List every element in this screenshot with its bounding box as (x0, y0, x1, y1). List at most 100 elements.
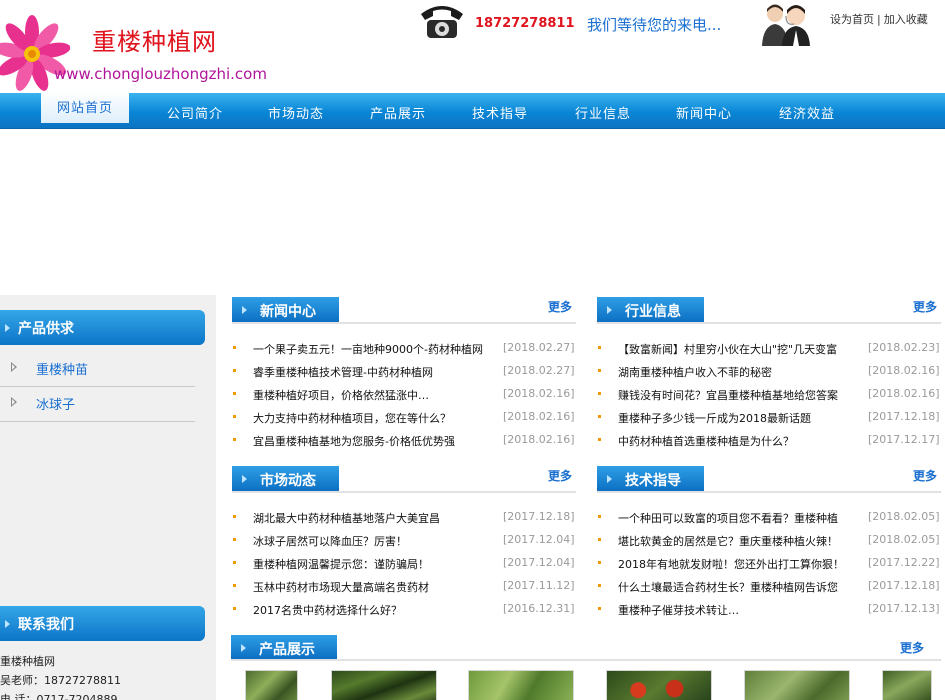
list-item[interactable]: 冰球子居然可以降血压？厉害！ [2017.12.04] (232, 530, 576, 553)
item-title[interactable]: 重楼种子催芽技术转让… (618, 602, 867, 618)
item-title[interactable]: 中药材种植首选重楼种植是为什么？ (618, 433, 867, 449)
nav-economic-benefits[interactable]: 经济效益 (779, 103, 835, 122)
more-link[interactable]: 更多 (548, 298, 572, 315)
contact-company: 重楼种植网 (0, 655, 55, 668)
nav-home[interactable]: 网站首页 (41, 91, 129, 123)
item-title[interactable]: 赚钱没有时间花？宜昌重楼种植基地给您答案 (618, 387, 867, 403)
box-tab: 市场动态 (232, 466, 339, 491)
list-item[interactable]: 宜昌重楼种植基地为您服务-价格低优势强 [2018.02.16] (232, 430, 576, 453)
bullet-dot (233, 438, 236, 441)
more-link[interactable]: 更多 (913, 298, 937, 315)
product-supply-title: 产品供求 (18, 321, 74, 337)
list-item[interactable]: 中药材种植首选重楼种植是为什么？ [2017.12.17] (597, 430, 941, 453)
site-header: 重楼种植网 www.chonglouzhongzhi.com 187272788… (0, 0, 945, 93)
list-item[interactable]: 玉林中药材市场现大量高端名贵药材 [2017.11.12] (232, 576, 576, 599)
list-item[interactable]: 睿季重楼种植技术管理-中药材种植网 [2018.02.27] (232, 361, 576, 384)
more-link[interactable]: 更多 (900, 639, 924, 656)
nav-technical-guide[interactable]: 技术指导 (472, 103, 528, 122)
box-header: 技术指导 更多 (597, 466, 941, 493)
product-thumbnail[interactable] (744, 670, 850, 700)
item-title[interactable]: 重楼种植好项目，价格依然猛涨中… (253, 387, 502, 403)
list-item[interactable]: 堪比软黄金的居然是它？重庆重楼种植火辣！ [2018.02.05] (597, 530, 941, 553)
item-date: [2018.02.23] (868, 341, 940, 354)
item-title[interactable]: 2018年有地就发财啦！您还外出打工算你狠！ (618, 556, 867, 572)
list-item[interactable]: 赚钱没有时间花？宜昌重楼种植基地给您答案 [2018.02.16] (597, 384, 941, 407)
item-title[interactable]: 2017名贵中药材选择什么好？ (253, 602, 502, 618)
nav-company-profile[interactable]: 公司简介 (167, 103, 223, 122)
item-date: [2017.12.04] (503, 533, 575, 546)
item-title[interactable]: 一个果子卖五元！一亩地种9000个-药材种植网 (253, 341, 502, 357)
nav-industry-info[interactable]: 行业信息 (575, 103, 631, 122)
list-item[interactable]: 重楼种子催芽技术转让… [2017.12.13] (597, 599, 941, 622)
list-item[interactable]: 重楼种植网温馨提示您：谨防骗局！ [2017.12.04] (232, 553, 576, 576)
nav-market-trends[interactable]: 市场动态 (268, 103, 324, 122)
contact-teacher-phone: 吴老师：18727278811 (0, 674, 121, 687)
set-home-link[interactable]: 设为首页 (830, 13, 874, 26)
list-item[interactable]: 大力支持中药材种植项目，您在等什么？ [2018.02.16] (232, 407, 576, 430)
industry-info-box: 行业信息 更多 【致富新闻】村里穷小伙在大山"挖"几天变富 [2018.02.23… (597, 297, 941, 453)
more-link[interactable]: 更多 (548, 467, 572, 484)
triangle-bullet-icon (11, 362, 17, 372)
list-item[interactable]: 什么土壤最适合药材生长？重楼种植网告诉您 [2017.12.18] (597, 576, 941, 599)
news-list: 一个果子卖五元！一亩地种9000个-药材种植网 [2018.02.27] 睿季重楼… (232, 338, 576, 453)
tab-arrow-icon (607, 306, 612, 314)
item-title[interactable]: 玉林中药材市场现大量高端名贵药材 (253, 579, 502, 595)
item-title[interactable]: 重楼种子多少钱一斤成为2018最新话题 (618, 410, 867, 426)
add-favorite-link[interactable]: 加入收藏 (884, 13, 928, 26)
list-item[interactable]: 【致富新闻】村里穷小伙在大山"挖"几天变富 [2018.02.23] (597, 338, 941, 361)
supply-item-label[interactable]: 冰球子 (36, 394, 75, 413)
product-thumbnail[interactable] (245, 670, 298, 700)
item-title[interactable]: 什么土壤最适合药材生长？重楼种植网告诉您 (618, 579, 867, 595)
list-item[interactable]: 一个种田可以致富的项目您不看看？重楼种植 [2018.02.05] (597, 507, 941, 530)
list-item[interactable]: 湖北最大中药材种植基地落户大美宜昌 [2017.12.18] (232, 507, 576, 530)
item-title[interactable]: 睿季重楼种植技术管理-中药材种植网 (253, 364, 502, 380)
list-item[interactable]: 重楼种植好项目，价格依然猛涨中… [2018.02.16] (232, 384, 576, 407)
item-date: [2016.12.31] (503, 602, 575, 615)
contact-us-title: 联系我们 (18, 617, 74, 633)
list-item[interactable]: 2018年有地就发财啦！您还外出打工算你狠！ [2017.12.22] (597, 553, 941, 576)
tab-arrow-icon (241, 644, 246, 652)
supply-item-label[interactable]: 重楼种苗 (36, 359, 88, 378)
list-item[interactable]: 2017名贵中药材选择什么好？ [2016.12.31] (232, 599, 576, 622)
item-title[interactable]: 重楼种植网温馨提示您：谨防骗局！ (253, 556, 502, 572)
product-thumbnail[interactable] (882, 670, 932, 700)
item-title[interactable]: 堪比软黄金的居然是它？重庆重楼种植火辣！ (618, 533, 867, 549)
nav-news-center[interactable]: 新闻中心 (676, 103, 732, 122)
item-date: [2017.12.18] (868, 410, 940, 423)
item-date: [2018.02.27] (503, 364, 575, 377)
box-title: 技术指导 (625, 473, 681, 489)
product-thumbnail[interactable] (331, 670, 437, 700)
item-title[interactable]: 【致富新闻】村里穷小伙在大山"挖"几天变富 (618, 341, 867, 357)
item-title[interactable]: 湖南重楼种植户收入不菲的秘密 (618, 364, 867, 380)
supply-item[interactable]: 冰球子 (0, 387, 195, 422)
more-link[interactable]: 更多 (913, 467, 937, 484)
box-title: 新闻中心 (260, 304, 316, 320)
nav-products[interactable]: 产品展示 (370, 103, 426, 122)
bullet-dot (233, 607, 236, 610)
bullet-dot (598, 415, 601, 418)
tab-arrow-icon (607, 475, 612, 483)
site-url[interactable]: www.chonglouzhongzhi.com (54, 65, 267, 83)
item-title[interactable]: 宜昌重楼种植基地为您服务-价格低优势强 (253, 433, 502, 449)
item-date: [2017.11.12] (503, 579, 575, 592)
item-date: [2017.12.17] (868, 433, 940, 446)
item-title[interactable]: 大力支持中药材种植项目，您在等什么？ (253, 410, 502, 426)
list-item[interactable]: 一个果子卖五元！一亩地种9000个-药材种植网 [2018.02.27] (232, 338, 576, 361)
list-item[interactable]: 重楼种子多少钱一斤成为2018最新话题 [2017.12.18] (597, 407, 941, 430)
box-tab: 行业信息 (597, 297, 704, 322)
product-thumbnail[interactable] (468, 670, 574, 700)
contact-us-header: 联系我们 (0, 606, 205, 641)
list-item[interactable]: 湖南重楼种植户收入不菲的秘密 [2018.02.16] (597, 361, 941, 384)
item-date: [2017.12.13] (868, 602, 940, 615)
bullet-dot (233, 369, 236, 372)
bullet-dot (598, 392, 601, 395)
bullet-dot (598, 438, 601, 441)
box-tab: 新闻中心 (232, 297, 339, 322)
item-title[interactable]: 一个种田可以致富的项目您不看看？重楼种植 (618, 510, 867, 526)
item-title[interactable]: 冰球子居然可以降血压？厉害！ (253, 533, 502, 549)
product-thumbnail[interactable] (606, 670, 712, 700)
item-title[interactable]: 湖北最大中药材种植基地落户大美宜昌 (253, 510, 502, 526)
supply-item[interactable]: 重楼种苗 (0, 352, 195, 387)
site-title[interactable]: 重楼种植网 (92, 22, 217, 57)
market-list: 湖北最大中药材种植基地落户大美宜昌 [2017.12.18] 冰球子居然可以降血压… (232, 507, 576, 622)
